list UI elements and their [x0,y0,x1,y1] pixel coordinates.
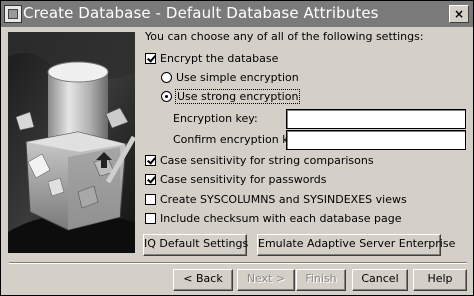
encryption-key-field[interactable] [286,109,466,129]
emulate-ase-button[interactable]: Emulate Adaptive Server Enterprise [257,234,455,256]
encryption-key-label: Encryption key: [173,112,258,125]
app-icon [4,5,22,23]
case-string-checkbox-row[interactable]: Case sensitivity for string comparisons [145,154,374,170]
checksum-label: Include checksum with each database page [160,212,402,225]
window-title: Create Database - Default Database Attri… [23,4,379,22]
case-string-checkbox[interactable] [145,155,156,166]
finish-button[interactable]: Finish [296,269,346,291]
encrypt-label: Encrypt the database [160,52,279,65]
strong-encryption-label: Use strong encryption [174,89,301,104]
checksum-checkbox-row[interactable]: Include checksum with each database page [145,212,401,228]
create-database-dialog: Create Database - Default Database Attri… [0,0,474,296]
simple-encryption-radio[interactable] [161,72,172,83]
case-password-label: Case sensitivity for passwords [160,173,327,186]
confirm-key-label: Confirm encryption key: [173,133,305,146]
back-button[interactable]: < Back [173,269,233,291]
encrypt-checkbox[interactable] [145,53,156,64]
footer-separator [9,262,467,264]
simple-encryption-label: Use simple encryption [176,71,299,84]
encrypt-checkbox-row[interactable]: Encrypt the database [145,52,278,68]
wizard-illustration [8,32,135,253]
cancel-button[interactable]: Cancel [352,269,408,291]
intro-text: You can choose any of all of the followi… [145,30,424,43]
next-button[interactable]: Next > [237,269,295,291]
strong-encryption-radio-row[interactable]: Use strong encryption [161,89,301,106]
strong-encryption-radio[interactable] [161,91,172,102]
close-button[interactable]: × [449,5,469,23]
syscolumns-checkbox-row[interactable]: Create SYSCOLUMNS and SYSINDEXES views [145,193,407,209]
simple-encryption-radio-row[interactable]: Use simple encryption [161,71,299,87]
confirm-key-field[interactable] [286,130,466,150]
help-button[interactable]: Help [413,269,467,291]
syscolumns-checkbox[interactable] [145,194,156,205]
checksum-checkbox[interactable] [145,213,156,224]
case-password-checkbox-row[interactable]: Case sensitivity for passwords [145,173,327,189]
iq-default-settings-button[interactable]: IQ Default Settings [143,234,248,256]
syscolumns-label: Create SYSCOLUMNS and SYSINDEXES views [160,193,407,206]
case-string-label: Case sensitivity for string comparisons [160,154,374,167]
case-password-checkbox[interactable] [145,174,156,185]
database-illustration-icon [8,32,135,253]
title-bar: Create Database - Default Database Attri… [1,1,473,27]
